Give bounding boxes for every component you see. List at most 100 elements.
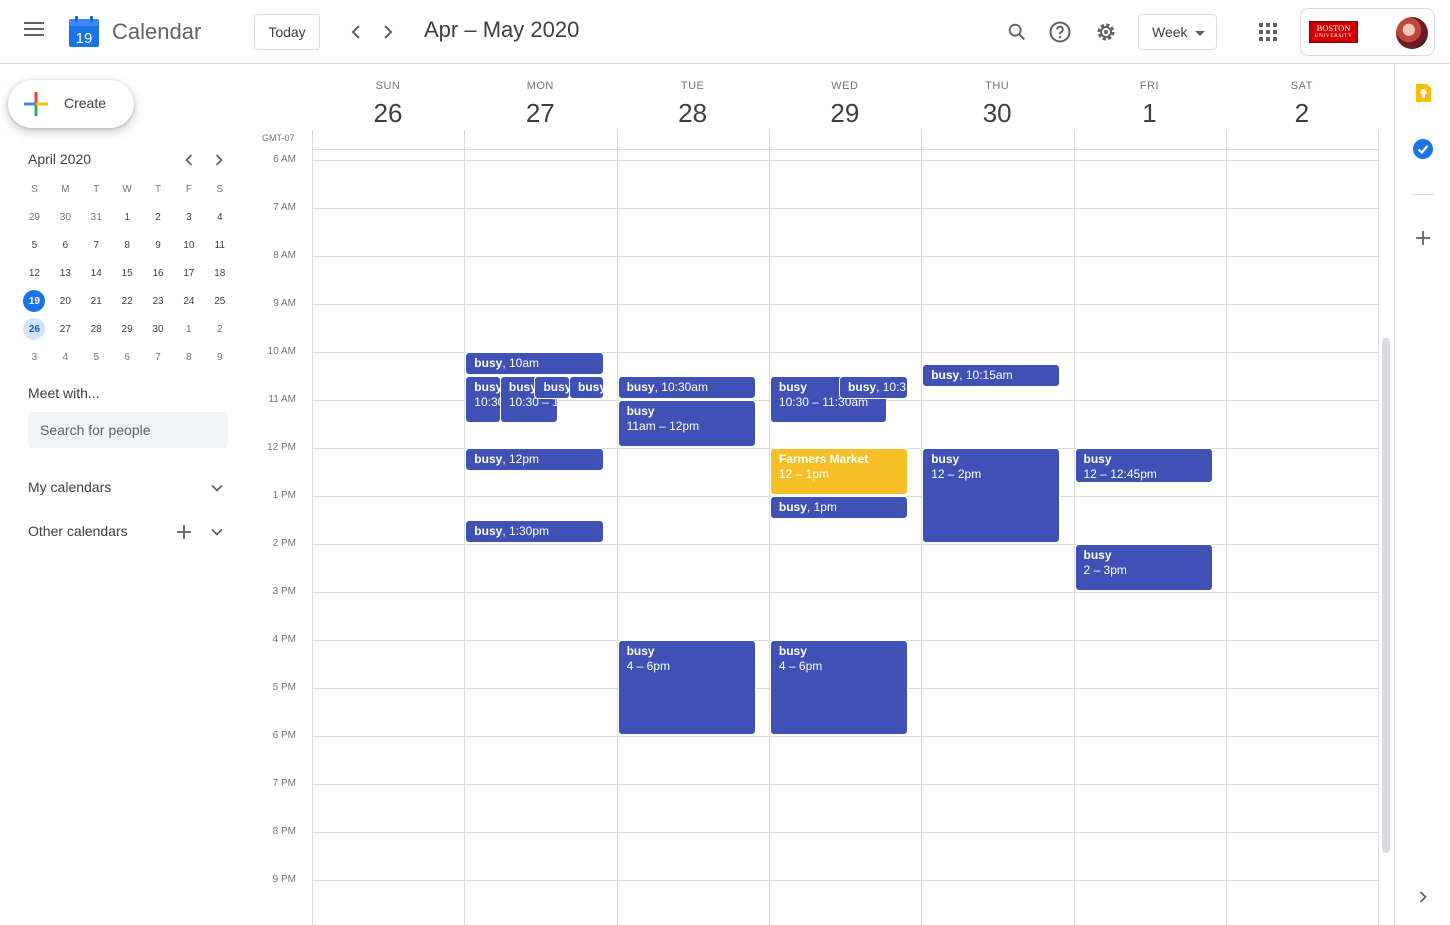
event-busy[interactable]: busy10:30 – 11:30am <box>465 376 502 423</box>
event-busy[interactable]: busy 4 – 6pm <box>617 640 756 735</box>
today-button[interactable]: Today <box>254 14 320 50</box>
event-busy[interactable]: busy 12 – 12:45pm <box>1074 448 1213 483</box>
mini-calendar-day[interactable]: 26 <box>23 318 46 340</box>
mini-calendar-day[interactable]: 1 <box>178 318 200 340</box>
add-calendar-icon[interactable] <box>174 522 194 542</box>
mini-calendar-day[interactable]: 27 <box>54 318 76 340</box>
keep-icon[interactable] <box>1412 82 1434 104</box>
chevron-left-icon[interactable] <box>179 150 199 170</box>
day-header[interactable]: THU 30 <box>921 80 1073 129</box>
event-busy[interactable]: busy 2 – 3pm <box>1074 544 1213 591</box>
mini-calendar-day[interactable]: 29 <box>116 318 138 340</box>
event-farmers-market[interactable]: Farmers Market 12 – 1pm <box>769 448 909 495</box>
day-header[interactable]: SAT 2 <box>1226 80 1378 129</box>
day-number[interactable]: 29 <box>769 98 921 129</box>
mini-calendar-day[interactable]: 9 <box>147 234 169 256</box>
day-number[interactable]: 1 <box>1074 98 1226 129</box>
mini-calendar-day[interactable]: 23 <box>147 290 169 312</box>
add-addon-icon[interactable] <box>1412 227 1434 249</box>
mini-calendar-day[interactable]: 11 <box>209 234 231 256</box>
mini-calendar-day[interactable]: 12 <box>23 262 45 284</box>
mini-calendar-day[interactable]: 7 <box>147 346 169 368</box>
avatar[interactable] <box>1396 17 1428 49</box>
chevron-down-icon[interactable] <box>207 478 227 498</box>
mini-calendar-day[interactable]: 8 <box>116 234 138 256</box>
mini-calendar-day[interactable]: 10 <box>178 234 200 256</box>
event-busy[interactable]: busy 12 – 2pm <box>922 448 1061 543</box>
search-people-input[interactable] <box>28 412 228 448</box>
mini-calendar-day[interactable]: 15 <box>116 262 138 284</box>
apps-button[interactable] <box>1248 12 1288 52</box>
chevron-down-icon[interactable] <box>207 522 227 542</box>
mini-calendar-day[interactable]: 30 <box>147 318 169 340</box>
event-busy[interactable]: busy <box>569 376 604 399</box>
mini-calendar-day[interactable]: 13 <box>54 262 76 284</box>
my-calendars-toggle[interactable]: My calendars <box>28 479 111 495</box>
account-switcher[interactable]: BOSTON UNIVERSITY <box>1300 8 1435 56</box>
mini-calendar-day[interactable]: 8 <box>178 346 200 368</box>
grid-scrollbar[interactable] <box>1382 338 1390 853</box>
mini-calendar-day[interactable]: 25 <box>209 290 231 312</box>
day-number[interactable]: 30 <box>921 98 1073 129</box>
mini-calendar-day[interactable]: 31 <box>85 206 107 228</box>
settings-button[interactable] <box>1086 12 1126 52</box>
mini-calendar-day[interactable]: 5 <box>23 234 45 256</box>
view-select[interactable]: Week <box>1138 14 1217 50</box>
chevron-right-icon[interactable] <box>376 20 400 44</box>
mini-calendar-day[interactable]: 2 <box>209 318 231 340</box>
other-calendars-toggle[interactable]: Other calendars <box>28 523 128 539</box>
mini-calendar-day[interactable]: 17 <box>178 262 200 284</box>
mini-calendar-day[interactable]: 18 <box>209 262 231 284</box>
menu-icon[interactable] <box>24 22 44 42</box>
mini-calendar-day[interactable]: 19 <box>23 290 46 312</box>
chevron-right-icon[interactable] <box>209 150 229 170</box>
mini-calendar-day[interactable]: 29 <box>23 206 45 228</box>
mini-calendar-day[interactable]: 16 <box>147 262 169 284</box>
mini-calendar-day[interactable]: 3 <box>23 346 45 368</box>
event-busy[interactable]: busy, 10:15am <box>922 364 1061 387</box>
time-label: 2 PM <box>272 538 296 549</box>
mini-calendar-day[interactable]: 5 <box>85 346 107 368</box>
mini-calendar-day[interactable]: 14 <box>85 262 107 284</box>
day-header[interactable]: MON 27 <box>464 80 616 129</box>
event-busy[interactable]: busy, 1:30pm <box>465 520 604 543</box>
mini-calendar-day[interactable]: 2 <box>147 206 169 228</box>
mini-calendar-day[interactable]: 30 <box>54 206 76 228</box>
event-busy[interactable]: busy <box>534 376 571 399</box>
event-title: busy <box>931 368 960 382</box>
event-busy[interactable]: busy, 10:3 <box>839 376 909 399</box>
mini-calendar-day[interactable]: 6 <box>116 346 138 368</box>
mini-calendar-day[interactable]: 3 <box>178 206 200 228</box>
day-header[interactable]: TUE 28 <box>617 80 769 129</box>
day-number[interactable]: 26 <box>312 98 464 129</box>
mini-calendar-day[interactable]: 6 <box>54 234 76 256</box>
event-busy[interactable]: busy 11am – 12pm <box>617 400 756 447</box>
mini-calendar-day[interactable]: 22 <box>116 290 138 312</box>
search-button[interactable] <box>997 12 1037 52</box>
mini-calendar-day[interactable]: 21 <box>85 290 107 312</box>
event-busy[interactable]: busy, 12pm <box>465 448 604 471</box>
day-header[interactable]: SUN 26 <box>312 80 464 129</box>
chevron-left-icon[interactable] <box>344 20 368 44</box>
mini-calendar-day[interactable]: 9 <box>209 346 231 368</box>
mini-calendar-day[interactable]: 1 <box>116 206 138 228</box>
day-header[interactable]: WED 29 <box>769 80 921 129</box>
mini-calendar-day[interactable]: 20 <box>54 290 76 312</box>
create-button[interactable]: Create <box>8 80 134 128</box>
day-number[interactable]: 2 <box>1226 98 1378 129</box>
mini-calendar-day[interactable]: 7 <box>85 234 107 256</box>
day-header[interactable]: FRI 1 <box>1074 80 1226 129</box>
event-busy[interactable]: busy, 10am <box>465 352 604 375</box>
day-number[interactable]: 28 <box>617 98 769 129</box>
mini-calendar-day[interactable]: 28 <box>85 318 107 340</box>
expand-panel-icon[interactable] <box>1412 886 1434 908</box>
event-busy[interactable]: busy, 1pm <box>769 496 909 519</box>
mini-calendar-day[interactable]: 24 <box>178 290 200 312</box>
mini-calendar-day[interactable]: 4 <box>54 346 76 368</box>
mini-calendar-day[interactable]: 4 <box>209 206 231 228</box>
tasks-icon[interactable] <box>1412 138 1434 160</box>
event-busy[interactable]: busy, 10:30am <box>617 376 756 399</box>
day-number[interactable]: 27 <box>464 98 616 129</box>
event-busy[interactable]: busy 4 – 6pm <box>769 640 909 735</box>
help-button[interactable] <box>1040 12 1080 52</box>
